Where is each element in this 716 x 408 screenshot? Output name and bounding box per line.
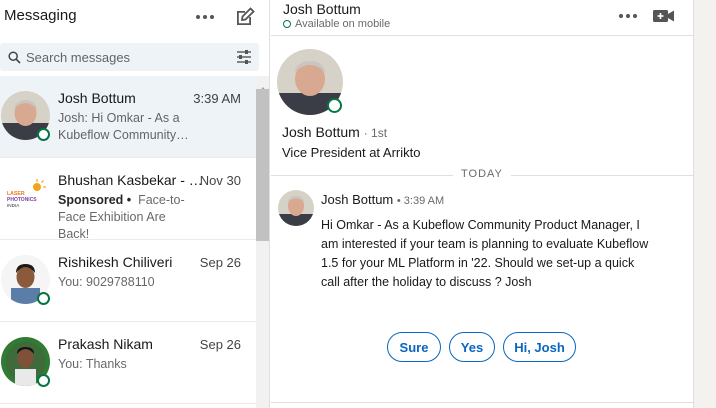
search-icon: [8, 51, 21, 69]
compose-icon[interactable]: [232, 4, 258, 30]
profile-headline: Vice President at Arrikto: [282, 145, 421, 160]
scrollbar-thumb[interactable]: [256, 89, 269, 241]
profile-name-line: Josh Bottum · 1st: [282, 124, 387, 140]
thread-header: Josh Bottum Available on mobile: [271, 0, 693, 36]
conversation-list: Josh Bottum 3:39 AM Josh: Hi Omkar - As …: [0, 76, 256, 408]
conversation-date: Sep 26: [199, 337, 241, 352]
composer-divider: [271, 402, 693, 403]
more-options-icon[interactable]: [192, 4, 218, 30]
availability-status: Available on mobile: [283, 18, 390, 30]
conversation-date: 3:39 AM: [193, 91, 241, 106]
conversation-date: Sep 26: [199, 255, 241, 270]
message-sender-name[interactable]: Josh Bottum: [321, 192, 393, 207]
messaging-title: Messaging: [4, 7, 77, 24]
availability-text: Available on mobile: [295, 18, 391, 30]
conversation-item[interactable]: Rishikesh Chiliveri Sep 26 You: 90297881…: [0, 240, 256, 322]
connection-degree: · 1st: [363, 126, 388, 140]
quick-reply-hi-josh-button[interactable]: Hi, Josh: [503, 332, 576, 362]
message-sender-avatar[interactable]: [278, 190, 314, 226]
conversation-item[interactable]: Prakash Nikam Sep 26 You: Thanks: [0, 322, 256, 404]
message-timestamp: • 3:39 AM: [396, 195, 445, 207]
conversation-thread-pane: Josh Bottum Available on mobile Josh Bot…: [271, 0, 693, 408]
more-options-icon[interactable]: [615, 5, 641, 27]
online-status-icon: [327, 98, 342, 113]
quick-reply-yes-button[interactable]: Yes: [449, 332, 495, 362]
conversation-snippet: You: Thanks: [58, 357, 127, 371]
conversation-name: Prakash Nikam: [58, 336, 153, 352]
video-call-icon[interactable]: [651, 5, 677, 27]
conversation-item[interactable]: Josh Bottum 3:39 AM Josh: Hi Omkar - As …: [0, 76, 256, 158]
conversation-scrollbar[interactable]: [256, 76, 269, 408]
conversation-name: Bhushan Kasbekar - …: [58, 172, 203, 188]
conversation-item[interactable]: LASER PHOTONICS INDIA Bhushan Kasbekar -…: [0, 158, 256, 243]
messaging-header: Messaging: [0, 0, 269, 34]
quick-reply-sure-button[interactable]: Sure: [387, 332, 441, 362]
thread-contact-name[interactable]: Josh Bottum: [283, 1, 361, 17]
search-bar: [0, 43, 259, 71]
conversation-name: Josh Bottum: [58, 90, 136, 106]
conversation-snippet: Sponsored • Face-to-Face Exhibition Are …: [58, 192, 194, 243]
conversation-name: Rishikesh Chiliveri: [58, 254, 173, 270]
page-background-edge: [693, 0, 716, 408]
conversation-date: Nov 30: [199, 173, 241, 188]
online-status-icon: [37, 292, 50, 305]
conversation-list-pane: Messaging Josh Bottum 3:39 AM Josh: Hi O…: [0, 0, 270, 408]
message-header: Josh Bottum • 3:39 AM: [321, 192, 444, 207]
svg-text:INDIA: INDIA: [7, 203, 20, 208]
date-divider-label: TODAY: [453, 168, 511, 180]
company-logo: LASER PHOTONICS INDIA: [1, 173, 50, 222]
message-body: Hi Omkar - As a Kubeflow Community Produ…: [321, 218, 649, 289]
conversation-snippet: Josh: Hi Omkar - As a Kubeflow Community…: [58, 111, 189, 142]
filter-icon[interactable]: [236, 49, 252, 70]
online-status-icon: [37, 374, 50, 387]
conversation-snippet: You: 9029788110: [58, 275, 155, 289]
search-input[interactable]: [26, 48, 226, 66]
mobile-status-icon: [283, 20, 291, 28]
online-status-icon: [37, 128, 50, 141]
profile-name[interactable]: Josh Bottum: [282, 124, 360, 140]
sponsored-label: Sponsored •: [58, 193, 132, 207]
